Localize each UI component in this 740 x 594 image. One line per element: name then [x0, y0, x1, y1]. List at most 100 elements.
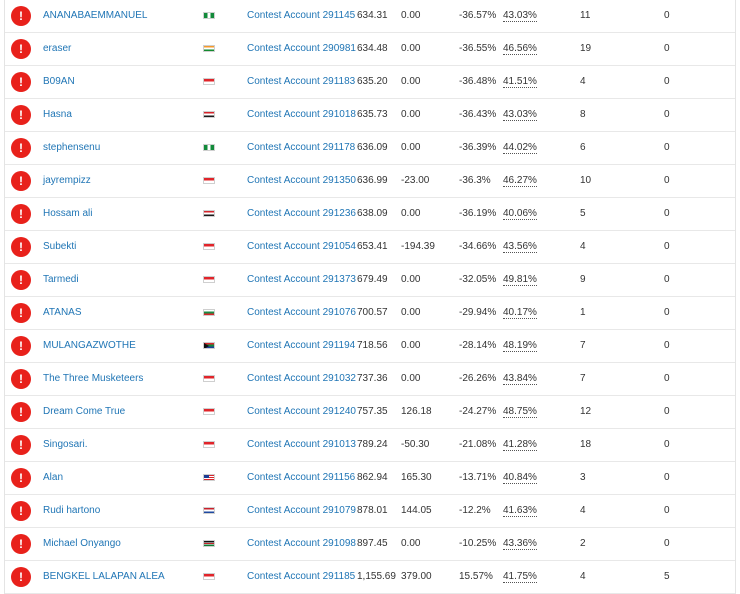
trader-name-link[interactable]: Subekti [43, 231, 76, 263]
country-flag-icon [203, 78, 215, 85]
trader-name-link[interactable]: Hasna [43, 99, 72, 131]
contest-account-link[interactable]: Contest Account 291013 [247, 429, 356, 461]
win-rate-value[interactable]: 41.63% [503, 505, 537, 517]
contest-account-link[interactable]: Contest Account 291194 [247, 330, 355, 362]
lots-value: 0 [664, 406, 670, 417]
profit-value: 0.00 [401, 142, 421, 153]
win-rate-value[interactable]: 48.75% [503, 406, 537, 418]
table-row: ! The Three Musketeers Contest Account 291… [5, 363, 735, 396]
trader-name-link[interactable]: Michael Onyango [43, 528, 121, 560]
win-rate-value[interactable]: 46.27% [503, 175, 537, 187]
win-rate-value[interactable]: 43.56% [503, 241, 537, 253]
profit-value: 0.00 [401, 76, 421, 87]
win-rate-value[interactable]: 43.36% [503, 538, 537, 550]
alert-icon: ! [11, 336, 31, 356]
contest-account-link[interactable]: Contest Account 291350 [247, 165, 356, 197]
balance-value: 636.99 [357, 175, 388, 186]
lots-value: 0 [664, 472, 670, 483]
balance-value: 635.73 [357, 109, 388, 120]
trader-name-link[interactable]: ATANAS [43, 297, 82, 329]
trader-name-link[interactable]: BENGKEL LALAPAN ALEA [43, 561, 165, 593]
table-row: ! Tarmedi Contest Account 291373 679.49 0.00… [5, 264, 735, 297]
contest-account-link[interactable]: Contest Account 291156 [247, 462, 355, 494]
contest-account-link[interactable]: Contest Account 291183 [247, 66, 355, 98]
country-flag-icon [203, 474, 215, 481]
trader-name-link[interactable]: stephensenu [43, 132, 100, 164]
trader-name-link[interactable]: The Three Musketeers [43, 363, 143, 395]
country-flag-icon [203, 540, 215, 547]
trader-name-link[interactable]: Dream Come True [43, 396, 125, 428]
country-flag-icon [203, 342, 215, 349]
trader-name-link[interactable]: Tarmedi [43, 264, 79, 296]
trades-count: 4 [580, 505, 586, 516]
contest-account-link[interactable]: Contest Account 291373 [247, 264, 356, 296]
lots-value: 0 [664, 439, 670, 450]
win-rate-value[interactable]: 48.19% [503, 340, 537, 352]
table-row: ! Alan Contest Account 291156 862.94 165.30 -… [5, 462, 735, 495]
gain-percent: -24.27% [459, 406, 497, 417]
lots-value: 5 [664, 571, 670, 582]
alert-icon: ! [11, 72, 31, 92]
trader-name-link[interactable]: Hossam ali [43, 198, 92, 230]
country-flag-icon [203, 573, 215, 580]
alert-icon: ! [11, 138, 31, 158]
win-rate-value[interactable]: 40.84% [503, 472, 537, 484]
trader-name-link[interactable]: MULANGAZWOTHE [43, 330, 136, 362]
balance-value: 634.48 [357, 43, 388, 54]
contest-account-link[interactable]: Contest Account 291076 [247, 297, 356, 329]
alert-icon: ! [11, 567, 31, 587]
trader-name-link[interactable]: Rudi hartono [43, 495, 100, 527]
win-rate-value[interactable]: 43.03% [503, 109, 537, 121]
table-row: ! eraser Contest Account 290981 634.48 0.00 -… [5, 33, 735, 66]
win-rate-value[interactable]: 44.02% [503, 142, 537, 154]
lots-value: 0 [664, 43, 670, 54]
trader-name-link[interactable]: Alan [43, 462, 63, 494]
win-rate-value[interactable]: 40.06% [503, 208, 537, 220]
table-row: ! BENGKEL LALAPAN ALEA Contest Account 291… [5, 561, 735, 594]
country-flag-icon [203, 12, 215, 19]
contest-account-link[interactable]: Contest Account 291054 [247, 231, 356, 263]
alert-icon: ! [11, 237, 31, 257]
win-rate-value[interactable]: 41.75% [503, 571, 537, 583]
country-flag-icon [203, 111, 215, 118]
win-rate-value[interactable]: 49.81% [503, 274, 537, 286]
balance-value: 636.09 [357, 142, 388, 153]
alert-icon: ! [11, 171, 31, 191]
gain-percent: -13.71% [459, 472, 497, 483]
lots-value: 0 [664, 109, 670, 120]
contest-account-link[interactable]: Contest Account 291236 [247, 198, 356, 230]
balance-value: 679.49 [357, 274, 388, 285]
alert-icon: ! [11, 468, 31, 488]
win-rate-value[interactable]: 41.28% [503, 439, 537, 451]
table-row: ! B09AN Contest Account 291183 635.20 0.00 -3… [5, 66, 735, 99]
contest-account-link[interactable]: Contest Account 291098 [247, 528, 356, 560]
win-rate-value[interactable]: 43.03% [503, 10, 537, 22]
trader-name-link[interactable]: eraser [43, 33, 71, 65]
lots-value: 0 [664, 208, 670, 219]
contest-account-link[interactable]: Contest Account 290981 [247, 33, 356, 65]
contest-account-link[interactable]: Contest Account 291032 [247, 363, 356, 395]
win-rate-value[interactable]: 46.56% [503, 43, 537, 55]
gain-percent: -26.26% [459, 373, 497, 384]
trader-name-link[interactable]: ANANABAEMMANUEL [43, 0, 147, 32]
contest-account-link[interactable]: Contest Account 291018 [247, 99, 356, 131]
profit-value: 379.00 [401, 571, 432, 582]
contest-account-link[interactable]: Contest Account 291240 [247, 396, 356, 428]
contest-account-link[interactable]: Contest Account 291145 [247, 0, 355, 32]
country-flag-icon [203, 408, 215, 415]
lots-value: 0 [664, 76, 670, 87]
country-flag-icon [203, 309, 215, 316]
contest-account-link[interactable]: Contest Account 291079 [247, 495, 356, 527]
trades-count: 7 [580, 373, 586, 384]
win-rate-value[interactable]: 43.84% [503, 373, 537, 385]
trades-count: 5 [580, 208, 586, 219]
contest-account-link[interactable]: Contest Account 291185 [247, 561, 355, 593]
win-rate-value[interactable]: 40.17% [503, 307, 537, 319]
contest-account-link[interactable]: Contest Account 291178 [247, 132, 355, 164]
trader-name-link[interactable]: B09AN [43, 66, 75, 98]
table-row: ! Michael Onyango Contest Account 291098 89… [5, 528, 735, 561]
trader-name-link[interactable]: jayrempizz [43, 165, 91, 197]
win-rate-value[interactable]: 41.51% [503, 76, 537, 88]
trader-name-link[interactable]: Singosari. [43, 429, 87, 461]
balance-value: 638.09 [357, 208, 388, 219]
